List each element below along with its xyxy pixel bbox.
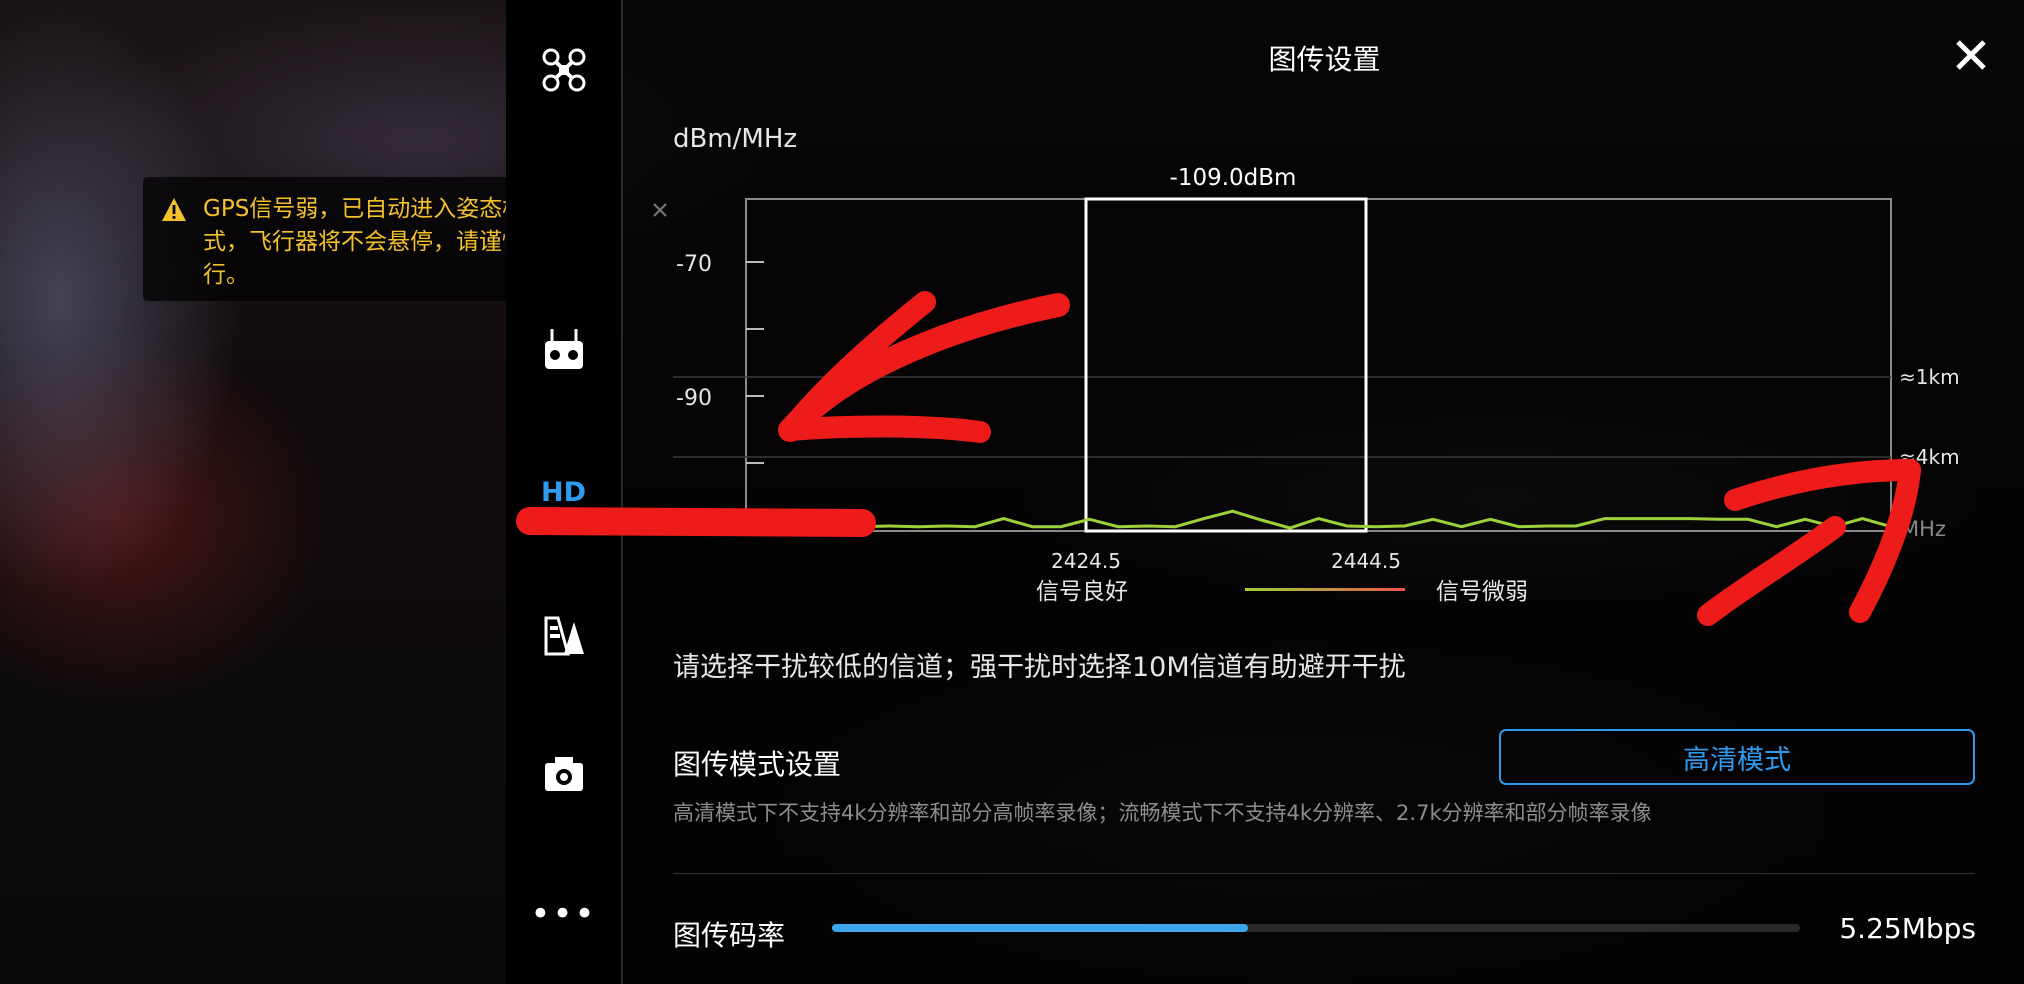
aircraft-settings-button[interactable] (506, 30, 621, 110)
bitrate-label: 图传码率 (673, 919, 786, 952)
y-tick-label: -90 (676, 386, 712, 411)
drone-icon (542, 48, 585, 92)
remote-controller-settings-button[interactable] (506, 310, 621, 390)
camera-icon (544, 757, 583, 791)
distance-label-1km: ≈1km (1899, 365, 1960, 389)
spectrum-chart-svg: -70 -90 ≈1km ≈4km MHz -109.0dBm 2424.5 2… (653, 165, 1960, 605)
y-tick-label: -70 (676, 252, 712, 277)
hd-label: HD (540, 476, 586, 508)
selected-channel-value: -109.0dBm (1170, 165, 1297, 191)
distance-label-4km: ≈4km (1899, 445, 1960, 469)
y-axis-unit: dBm/MHz (673, 124, 798, 154)
bitrate-progress-track (832, 924, 1800, 932)
hd-transmission-settings-button[interactable]: HD (506, 452, 621, 532)
remote-controller-icon (544, 329, 583, 369)
transmission-mode-description: 高清模式下不支持4k分辨率和部分高帧率录像；流畅模式下不支持4k分辨率、2.7k… (673, 801, 1652, 825)
plot-frame (745, 198, 1892, 532)
camera-settings-button[interactable] (506, 734, 621, 814)
bitrate-value: 5.25Mbps (1839, 912, 1976, 945)
channel-hint: 请选择干扰较低的信道；强干扰时选择10M信道有助避开干扰 (673, 652, 1406, 683)
battery-settings-button[interactable] (506, 596, 621, 676)
hd-mode-button[interactable]: 高清模式 (1499, 729, 1975, 785)
warning-icon (162, 198, 186, 221)
bitrate-progress-fill (832, 924, 1249, 932)
legend-weak-label: 信号微弱 (1436, 579, 1528, 605)
selected-channel-box (1084, 197, 1368, 533)
settings-sidebar: HD ••• (506, 0, 621, 984)
more-settings-button[interactable]: ••• (506, 874, 621, 954)
chart-collapse-icon[interactable] (653, 203, 667, 217)
more-icon: ••• (530, 894, 597, 934)
signal-series-line (745, 509, 1892, 530)
legend-gradient-bar (1245, 588, 1405, 591)
transmission-mode-label: 图传模式设置 (673, 748, 842, 781)
legend-good-label: 信号良好 (1036, 579, 1128, 605)
x-axis-unit: MHz (1901, 517, 1946, 541)
battery-icon (544, 616, 584, 656)
x-tick-label: 2444.5 (1331, 549, 1401, 573)
hd-settings-panel: 图传设置 dBm/MHz -70 -90 ≈1km ≈4km MHz -109.… (621, 0, 2024, 984)
interference-chart: dBm/MHz -70 -90 ≈1km ≈4km MHz -109.0dBm … (623, 0, 2024, 620)
section-divider (673, 873, 1975, 874)
x-tick-label: 2424.5 (1051, 549, 1121, 573)
